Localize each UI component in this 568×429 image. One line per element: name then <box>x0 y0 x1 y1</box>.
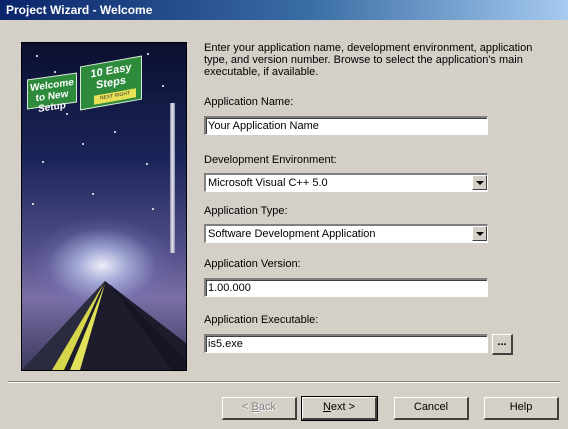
star <box>114 131 116 133</box>
star <box>54 71 56 73</box>
project-wizard-window: Project Wizard - Welcome Welcome to New … <box>0 0 568 429</box>
browse-button[interactable]: ... <box>492 334 513 355</box>
app-type-label: Application Type: <box>204 205 288 217</box>
chevron-down-icon <box>476 181 484 185</box>
dev-env-value: Microsoft Visual C++ 5.0 <box>208 177 328 189</box>
help-button[interactable]: Help <box>484 397 559 420</box>
star <box>162 85 164 87</box>
star <box>32 203 34 205</box>
next-button[interactable]: Next > <box>301 396 378 421</box>
app-exe-label: Application Executable: <box>204 314 319 326</box>
star <box>152 208 154 210</box>
star <box>42 161 44 163</box>
star <box>36 55 38 57</box>
sign-post <box>170 103 175 253</box>
instructions-text: Enter your application name, development… <box>204 42 533 78</box>
welcome-banner-image: Welcome to New Setup 10 Easy Steps NEXT … <box>21 42 187 371</box>
app-version-input[interactable]: 1.00.000 <box>204 278 488 297</box>
dev-env-label: Development Environment: <box>204 154 337 166</box>
app-name-input[interactable]: Your Application Name <box>204 116 488 135</box>
chevron-down-icon <box>476 232 484 236</box>
star <box>66 113 68 115</box>
app-type-dropdown-button[interactable] <box>472 226 487 241</box>
app-type-value: Software Development Application <box>208 228 376 240</box>
star <box>147 53 149 55</box>
window-title: Project Wizard - Welcome <box>6 3 153 17</box>
back-button[interactable]: < Back <box>222 397 297 420</box>
separator-highlight <box>8 382 560 383</box>
star <box>82 143 84 145</box>
app-version-label: Application Version: <box>204 258 301 270</box>
app-type-select[interactable]: Software Development Application <box>204 224 488 243</box>
star <box>92 193 94 195</box>
app-name-label: Application Name: <box>204 96 294 108</box>
dev-env-select[interactable]: Microsoft Visual C++ 5.0 <box>204 173 488 192</box>
star <box>146 163 148 165</box>
cancel-button[interactable]: Cancel <box>394 397 469 420</box>
dev-env-dropdown-button[interactable] <box>472 175 487 190</box>
app-exe-input[interactable]: is5.exe <box>204 334 488 353</box>
title-bar[interactable]: Project Wizard - Welcome <box>0 0 568 20</box>
